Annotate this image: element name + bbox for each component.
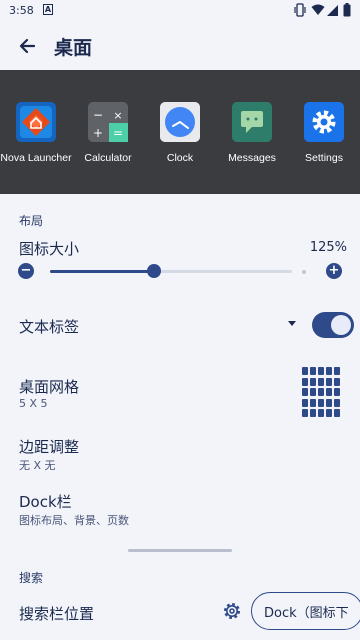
icon-size-slider-thumb[interactable] [147,264,162,278]
drag-handle[interactable] [128,549,232,552]
app-nova-launcher[interactable]: Nova Launcher [0,102,72,164]
vibrate-icon [294,3,306,17]
icon-size-title: 图标大小 [19,240,80,258]
icon-size-value: 125% [309,240,347,255]
app-calculator[interactable]: − × + = Calculator [72,102,144,164]
margin-title[interactable]: 边距调整 [19,436,79,457]
grid-cell [302,377,308,386]
grid-cell [302,409,308,417]
grid-cell [326,367,332,375]
grid-cell [310,409,316,417]
search-bar-position-title[interactable]: 搜索栏位置 [19,603,94,624]
grid-cell [334,367,340,375]
app-clock[interactable]: Clock [144,102,216,164]
svg-text:−: − [93,108,103,122]
battery-icon [343,3,351,17]
slider-end-dot [302,270,306,274]
signal-icon [327,5,338,16]
app-settings[interactable]: Settings [288,102,360,164]
wifi-icon [311,4,325,15]
grid-cell [310,367,316,375]
toggle-knob [331,315,351,335]
section-header-layout: 布局 [19,214,44,228]
app-messages[interactable]: Messages [216,102,288,164]
icon-size-slider-fill [50,270,155,273]
grid-cell [318,409,324,417]
increase-icon-size-button[interactable]: + [326,263,342,279]
gear-icon[interactable] [222,601,242,621]
grid-cell [334,388,340,396]
app-label: Messages [228,152,276,164]
text-labels-title[interactable]: 文本标签 [19,316,79,337]
desktop-preview: Nova Launcher − × + = Calculator Clock M… [0,70,360,194]
clock-icon [160,102,200,142]
grid-cell [318,367,324,375]
app-bar: 桌面 [0,22,360,70]
desktop-grid-subtitle: 5 X 5 [19,397,48,410]
decrease-icon-size-button[interactable]: − [18,263,34,279]
grid-cell [326,388,332,396]
app-label: Settings [305,152,343,164]
messages-icon [232,102,272,142]
grid-cell [318,377,324,386]
grid-cell [334,398,340,407]
app-label: Calculator [84,152,132,164]
grid-cell [302,367,308,375]
dock-title[interactable]: Dock栏 [19,491,72,512]
grid-cell [310,398,316,407]
svg-text:+: + [93,126,103,140]
dock-subtitle: 图标布局、背景、页数 [19,514,129,527]
status-time: 3:58 [9,4,34,17]
grid-cell [318,388,324,396]
grid-cell [334,409,340,417]
settings-icon [304,102,344,142]
grid-cell [326,409,332,417]
svg-text:×: × [113,109,122,122]
margin-subtitle: 无 X 无 [19,459,56,472]
status-bar: 3:58 A [0,0,360,22]
icon-size-slider-track[interactable] [50,270,292,273]
notification-a-icon: A [43,4,53,15]
back-arrow-icon[interactable] [14,32,42,60]
page-title: 桌面 [54,37,93,59]
chevron-down-icon[interactable] [288,321,296,326]
text-labels-toggle[interactable] [312,312,354,338]
desktop-grid-title[interactable]: 桌面网格 [19,376,79,397]
grid-cell [318,398,324,407]
grid-cell [334,377,340,386]
search-bar-position-button[interactable]: Dock（图标下 [251,592,360,630]
nova-launcher-icon [16,102,56,142]
svg-text:=: = [113,126,123,140]
grid-icon [302,367,342,419]
grid-cell [310,377,316,386]
grid-cell [326,377,332,386]
grid-cell [302,398,308,407]
grid-cell [310,388,316,396]
calculator-icon: − × + = [88,102,128,142]
grid-cell [326,398,332,407]
app-label: Nova Launcher [0,152,72,164]
grid-cell [302,388,308,396]
section-header-search: 搜索 [19,571,44,585]
app-label: Clock [166,152,194,164]
